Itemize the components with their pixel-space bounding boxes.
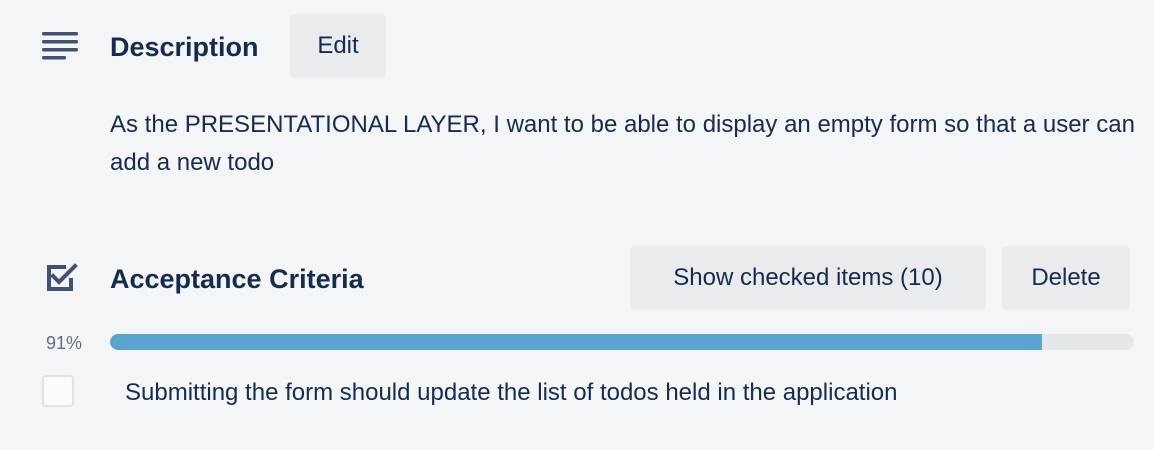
progress-bar: [110, 334, 1134, 350]
description-heading: Description: [110, 32, 259, 62]
edit-description-button[interactable]: Edit: [290, 14, 386, 78]
progress-bar-fill: [110, 334, 1042, 350]
delete-checklist-button[interactable]: Delete: [1002, 246, 1130, 310]
checklist-item-label[interactable]: Submitting the form should update the li…: [125, 376, 898, 410]
checklist-item-checkbox[interactable]: [42, 375, 74, 407]
progress-percentage: 91%: [45, 333, 82, 353]
checkbox-checked-icon: [42, 260, 78, 296]
description-text[interactable]: As the PRESENTATIONAL LAYER, I want to b…: [110, 106, 1140, 182]
show-checked-items-button[interactable]: Show checked items (10): [630, 246, 986, 310]
description-lines-icon: [40, 28, 78, 64]
checklist-heading: Acceptance Criteria: [110, 264, 364, 294]
